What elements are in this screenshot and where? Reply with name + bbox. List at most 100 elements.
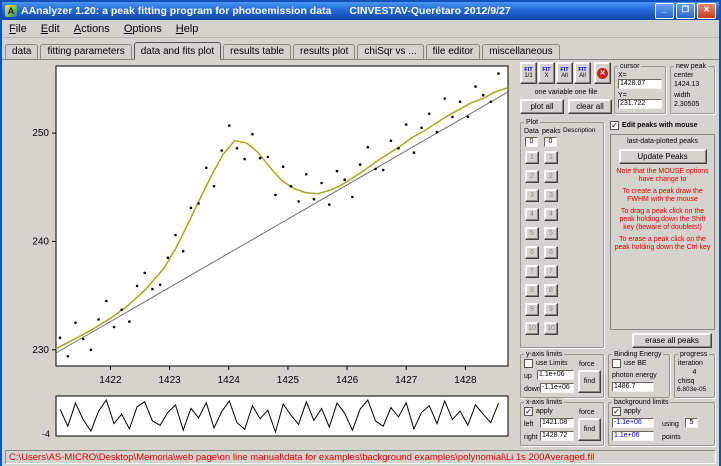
tab-bar: datafitting parametersdata and fits plot… [2, 38, 719, 60]
residual-plot: -4 [4, 394, 516, 444]
peaks-plot-button-1[interactable]: 1 [544, 151, 558, 164]
menu-help[interactable]: Help [169, 22, 206, 36]
peaks-plot-button-5[interactable]: 5 [544, 227, 558, 240]
new-peak-center-label: center [674, 71, 693, 80]
cursor-x-value: 1428.07 [618, 79, 662, 89]
bg-upper-field[interactable]: -1.1e+06 [612, 418, 654, 428]
use-be-checkbox-box[interactable] [612, 359, 621, 368]
svg-text:1422: 1422 [99, 375, 122, 386]
background-limits-group: background limits ✓ apply -1.1e+06 1.1e+… [608, 402, 715, 446]
menu-file[interactable]: File [2, 22, 34, 36]
x-left-field[interactable]: 1421.08 [540, 418, 574, 428]
minimize-button[interactable]: _ [655, 3, 674, 19]
main-content: 1422142314241425142614271428230240250 -4… [2, 60, 719, 448]
edit-peaks-checkbox[interactable]: ✓ Edit peaks with mouse [610, 121, 716, 130]
fit-all-2-button[interactable]: FITAll [574, 62, 591, 84]
tab-results-table[interactable]: results table [223, 44, 291, 59]
y-find-button[interactable]: find [578, 370, 601, 393]
svg-text:-4: -4 [42, 429, 50, 439]
close-button[interactable]: ✕ [697, 3, 716, 19]
svg-text:240: 240 [32, 236, 49, 247]
fit-one-button[interactable]: FIT1/1 [520, 62, 537, 84]
tab-results-plot[interactable]: results plot [293, 44, 355, 59]
y-limits-caption: y-axis limits [524, 350, 564, 359]
data-plot-button-10[interactable]: 10 [525, 322, 539, 335]
data-plot-button-9[interactable]: 9 [525, 303, 539, 316]
x-limits-caption: x-axis limits [524, 398, 564, 407]
data-plot-button-4[interactable]: 4 [525, 208, 539, 221]
peaks-plot-button-9[interactable]: 9 [544, 303, 558, 316]
progress-caption: progress [678, 350, 709, 359]
svg-text:1425: 1425 [277, 375, 300, 386]
peaks-plot-button-8[interactable]: 8 [544, 284, 558, 297]
x-find-button[interactable]: find [578, 418, 601, 441]
clear-all-button[interactable]: clear all [568, 99, 612, 114]
fit-toolbar: FIT1/1FITXFITAllFITAll [520, 62, 592, 84]
fit-all-button[interactable]: FITAll [556, 62, 573, 84]
fit-x-button[interactable]: FITX [538, 62, 555, 84]
new-peak-caption: new peak [674, 62, 708, 71]
tab-miscellaneous[interactable]: miscellaneous [482, 44, 559, 59]
bg-lower-field[interactable]: 1.1e+06 [612, 431, 654, 441]
update-peaks-button[interactable]: Update Peaks [619, 149, 707, 164]
bg-apply-label: apply [624, 407, 641, 416]
maximize-button[interactable]: ❐ [676, 3, 695, 19]
peaks-plot-button-10[interactable]: 10 [544, 322, 558, 335]
tab-fitting-parameters[interactable]: fitting parameters [40, 44, 131, 59]
peaks-plot-button-7[interactable]: 7 [544, 265, 558, 278]
tab-data[interactable]: data [5, 44, 38, 59]
main-plot-svg[interactable]: 1422142314241425142614271428230240250 [4, 60, 516, 394]
bg-apply-checkbox[interactable]: ✓ apply [612, 407, 641, 416]
use-limits-label: use Limits [536, 359, 568, 368]
use-limits-checkbox-box[interactable] [524, 359, 533, 368]
tab-data-and-fits-plot[interactable]: data and fits plot [134, 42, 221, 60]
main-plot[interactable]: 1422142314241425142614271428230240250 [4, 60, 516, 394]
menu-options[interactable]: Options [117, 22, 169, 36]
stop-button[interactable]: ✕ [594, 62, 611, 84]
data-plot-button-3[interactable]: 3 [525, 189, 539, 202]
plot-group-caption: Plot [524, 118, 540, 127]
menu-edit[interactable]: Edit [34, 22, 67, 36]
peaks-plot-button-3[interactable]: 3 [544, 189, 558, 202]
y-down-field[interactable]: -1.1e+06 [540, 383, 574, 393]
binding-energy-group: Binding Energy use BE photon energy 1486… [608, 354, 670, 398]
data-plot-button-8[interactable]: 8 [525, 284, 539, 297]
peaks-plot-button-4[interactable]: 4 [544, 208, 558, 221]
stop-icon: ✕ [597, 68, 608, 79]
menu-actions[interactable]: Actions [67, 22, 117, 36]
use-be-checkbox[interactable]: use BE [612, 359, 647, 368]
x-apply-checkbox[interactable]: ✓ apply [524, 407, 553, 416]
x-axis-limits-group: x-axis limits ✓ apply force left 1421.08… [520, 402, 604, 446]
bg-points-field[interactable]: 5 [685, 418, 698, 428]
data-plot-button-2[interactable]: 2 [525, 170, 539, 183]
binding-energy-caption: Binding Energy [612, 350, 663, 359]
data-count-field[interactable]: 0 [525, 137, 538, 147]
points-label: points [662, 433, 681, 442]
data-plot-button-5[interactable]: 5 [525, 227, 539, 240]
cursor-group: cursor X= 1428.07 Y= 231.722 [614, 66, 666, 114]
app-icon[interactable]: A [5, 5, 17, 17]
erase-all-peaks-button[interactable]: erase all peaks [632, 333, 712, 348]
new-peak-group: new peak center 1424.13 width 2.30505 [670, 66, 715, 114]
peaks-plot-button-2[interactable]: 2 [544, 170, 558, 183]
peaks-count-field[interactable]: 0 [544, 137, 557, 147]
y-up-field[interactable]: 1.1e+06 [537, 370, 574, 380]
plot-all-button[interactable]: plot all [520, 99, 564, 114]
data-plot-button-7[interactable]: 7 [525, 265, 539, 278]
x-right-field[interactable]: 1428.72 [540, 431, 574, 441]
peaks-plot-button-6[interactable]: 6 [544, 246, 558, 259]
x-left-label: left [524, 420, 533, 429]
data-plot-button-6[interactable]: 6 [525, 246, 539, 259]
x-apply-checkbox-box[interactable]: ✓ [524, 407, 533, 416]
title-bar[interactable]: A AAnalyzer 1.20: a peak fitting program… [2, 2, 719, 20]
tab-file-editor[interactable]: file editor [426, 44, 481, 59]
bg-apply-checkbox-box[interactable]: ✓ [612, 407, 621, 416]
use-limits-checkbox[interactable]: use Limits [524, 359, 568, 368]
tab-chisqr-vs[interactable]: chiSqr vs ... [357, 44, 423, 59]
app-window: A AAnalyzer 1.20: a peak fitting program… [0, 0, 721, 466]
photon-energy-field[interactable]: 1486.7 [612, 382, 654, 392]
svg-text:1426: 1426 [336, 375, 359, 386]
edit-peaks-checkbox-box[interactable]: ✓ [610, 121, 619, 130]
data-plot-button-1[interactable]: 1 [525, 151, 539, 164]
mouse-note: To drag a peak click on the peak holding… [614, 208, 711, 232]
